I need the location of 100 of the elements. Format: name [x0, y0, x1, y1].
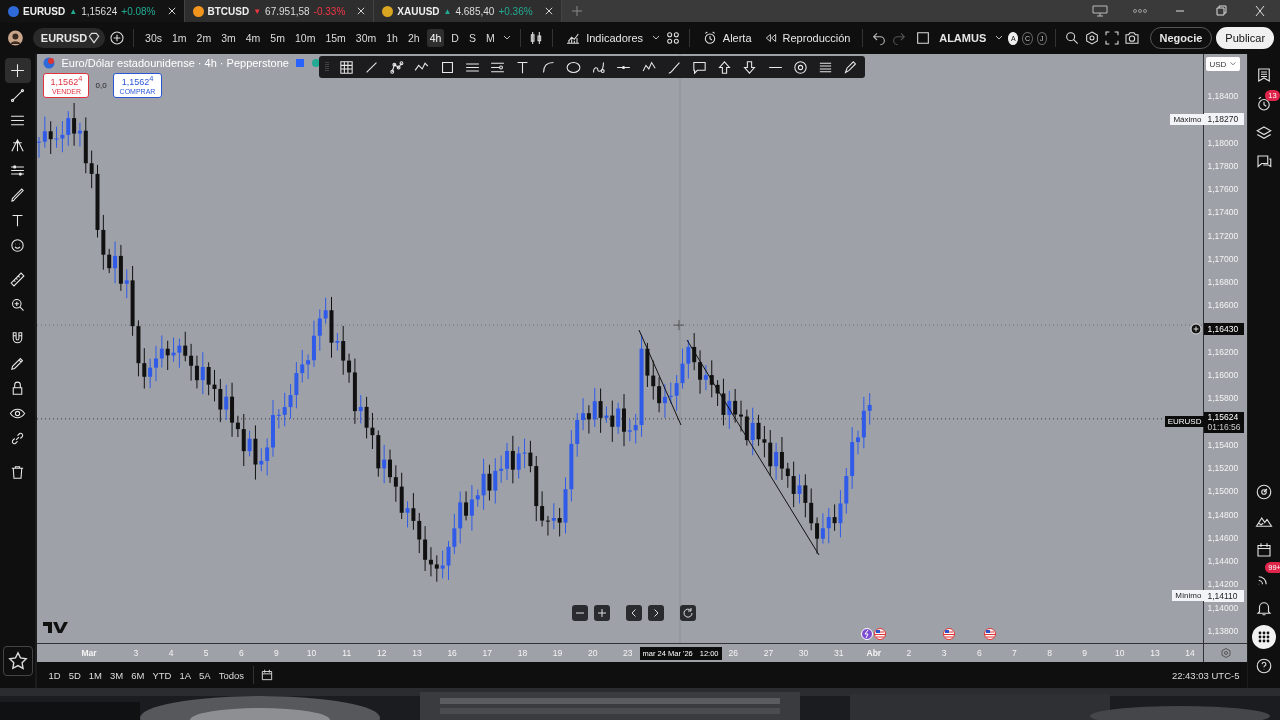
- tab-symbol: EURUSD: [23, 5, 66, 17]
- price-label: 1,16800: [1206, 277, 1239, 287]
- tab-change: -0.33%: [313, 5, 346, 17]
- time-label: 17: [482, 648, 492, 658]
- tab-price: 4.685,40: [455, 5, 495, 17]
- range-button[interactable]: 3M: [107, 667, 127, 683]
- time-label: 18: [517, 648, 528, 658]
- symbol-field[interactable]: EURUSD: [32, 28, 106, 48]
- alert-button[interactable]: Alerta: [697, 30, 756, 46]
- range-button[interactable]: 1D: [45, 667, 64, 683]
- tab-price: 67.951,58: [265, 5, 310, 17]
- time-label: 4: [168, 648, 174, 658]
- interval-button[interactable]: S: [465, 29, 479, 47]
- interval-button[interactable]: 30m: [352, 29, 380, 47]
- price-label: 1,15000: [1206, 486, 1239, 497]
- price-label: 1,15400: [1206, 439, 1239, 450]
- time-label: 9: [1082, 648, 1088, 658]
- range-button[interactable]: 1M: [85, 667, 105, 683]
- interval-button[interactable]: 5m: [267, 29, 288, 47]
- price-badge-label: Mínimo: [1172, 589, 1205, 601]
- spread-value: 0,0: [95, 80, 107, 90]
- layout-button[interactable]: ALAMUS: [935, 32, 991, 44]
- price-badge: 1,16430: [1204, 322, 1245, 335]
- price-label: 1,16000: [1206, 370, 1239, 380]
- currency-dropdown[interactable]: USD: [1206, 57, 1241, 71]
- time-label: 2: [906, 648, 912, 658]
- range-button[interactable]: 1A: [176, 667, 194, 683]
- price-label: 1,18400: [1206, 91, 1239, 101]
- interval-button[interactable]: 1h: [383, 29, 401, 47]
- interval-button[interactable]: 4m: [242, 29, 264, 47]
- price-label: 1,14800: [1206, 509, 1239, 520]
- time-label: 20: [587, 648, 598, 658]
- time-label: 13: [1150, 648, 1160, 658]
- time-label: Mar: [81, 648, 97, 658]
- time-label: 14: [1185, 648, 1195, 658]
- price-label: 1,14400: [1206, 556, 1239, 566]
- interval-button[interactable]: 15m: [322, 29, 349, 47]
- time-label: 10: [306, 648, 317, 658]
- interval-button[interactable]: 2m: [193, 29, 215, 47]
- price-label: 1,14000: [1206, 602, 1239, 613]
- symbol-tab[interactable]: XAUUSD ▲ 4.685,40 +0.36%: [374, 0, 562, 22]
- time-label: 10: [1115, 648, 1125, 658]
- time-label: 7: [1012, 648, 1017, 658]
- time-label: 23: [623, 648, 633, 658]
- price-label: 1,14600: [1206, 532, 1239, 543]
- tab-price: 1,15624: [81, 5, 118, 17]
- price-badge-label: Máximo: [1170, 113, 1205, 125]
- time-label: 6: [976, 648, 982, 658]
- range-button[interactable]: 5D: [65, 667, 84, 683]
- interval-button[interactable]: 4h: [426, 29, 445, 47]
- time-label: 19: [552, 648, 563, 658]
- time-label: 13: [412, 648, 422, 658]
- range-button[interactable]: 6M: [128, 667, 148, 683]
- indicators-button[interactable]: Indicadores: [561, 30, 648, 46]
- time-label: 26: [728, 648, 738, 658]
- price-label: 1,17000: [1206, 253, 1239, 264]
- price-label: 1,15200: [1206, 463, 1239, 473]
- interval-button[interactable]: M: [482, 29, 498, 47]
- time-label: 31: [833, 648, 844, 658]
- trend-arrow: ▲: [443, 6, 452, 16]
- price-label: 1,15800: [1206, 393, 1239, 404]
- interval-button[interactable]: D: [448, 29, 462, 47]
- clock-label: 22:43:03 UTC-5: [1171, 669, 1240, 681]
- tab-change: +0.36%: [498, 5, 533, 17]
- trend-arrow: ▲: [69, 6, 78, 16]
- price-label: 1,18000: [1206, 137, 1239, 148]
- time-label: 3: [941, 648, 947, 658]
- time-label: 27: [763, 648, 774, 658]
- price-label: 1,17800: [1206, 160, 1239, 171]
- interval-button[interactable]: 10m: [291, 29, 319, 47]
- time-label: 5: [203, 648, 209, 658]
- time-label: 30: [798, 648, 809, 658]
- price-label: 1,14200: [1206, 579, 1239, 590]
- tab-change: +0.08%: [121, 5, 156, 17]
- range-button[interactable]: YTD: [149, 667, 175, 683]
- time-label: 16: [447, 648, 457, 658]
- symbol-tab[interactable]: EURUSD ▲ 1,15624 +0.08%: [0, 0, 185, 22]
- price-label: 1,16200: [1206, 346, 1239, 357]
- publish-button[interactable]: Publicar: [1216, 27, 1275, 49]
- price-badge: 1,18270: [1204, 113, 1245, 126]
- tab-symbol: BTCUSD: [207, 5, 250, 17]
- interval-button[interactable]: 1m: [169, 29, 190, 47]
- interval-button[interactable]: 30s: [142, 29, 165, 47]
- symbol-tab[interactable]: BTCUSD ▼ 67.951,58 -0.33%: [184, 0, 375, 22]
- price-label: 1,17600: [1206, 184, 1239, 194]
- trend-arrow: ▼: [253, 6, 262, 16]
- replay-button[interactable]: Reproducción: [759, 31, 855, 45]
- range-button[interactable]: 5A: [196, 667, 214, 683]
- range-button[interactable]: Todos: [215, 667, 247, 683]
- time-label: Abr: [866, 648, 882, 658]
- price-badge-label: EURUSD: [1164, 416, 1205, 427]
- time-label: 8: [1047, 648, 1052, 658]
- interval-button[interactable]: 2h: [404, 29, 423, 47]
- price-label: 1,16600: [1206, 300, 1239, 311]
- interval-button[interactable]: 3m: [218, 29, 239, 47]
- time-label: 6: [238, 648, 244, 658]
- price-badge: 1,14110: [1204, 589, 1245, 602]
- time-label: 9: [274, 648, 279, 658]
- price-label: 1,17400: [1206, 207, 1239, 218]
- time-label: 11: [342, 648, 352, 658]
